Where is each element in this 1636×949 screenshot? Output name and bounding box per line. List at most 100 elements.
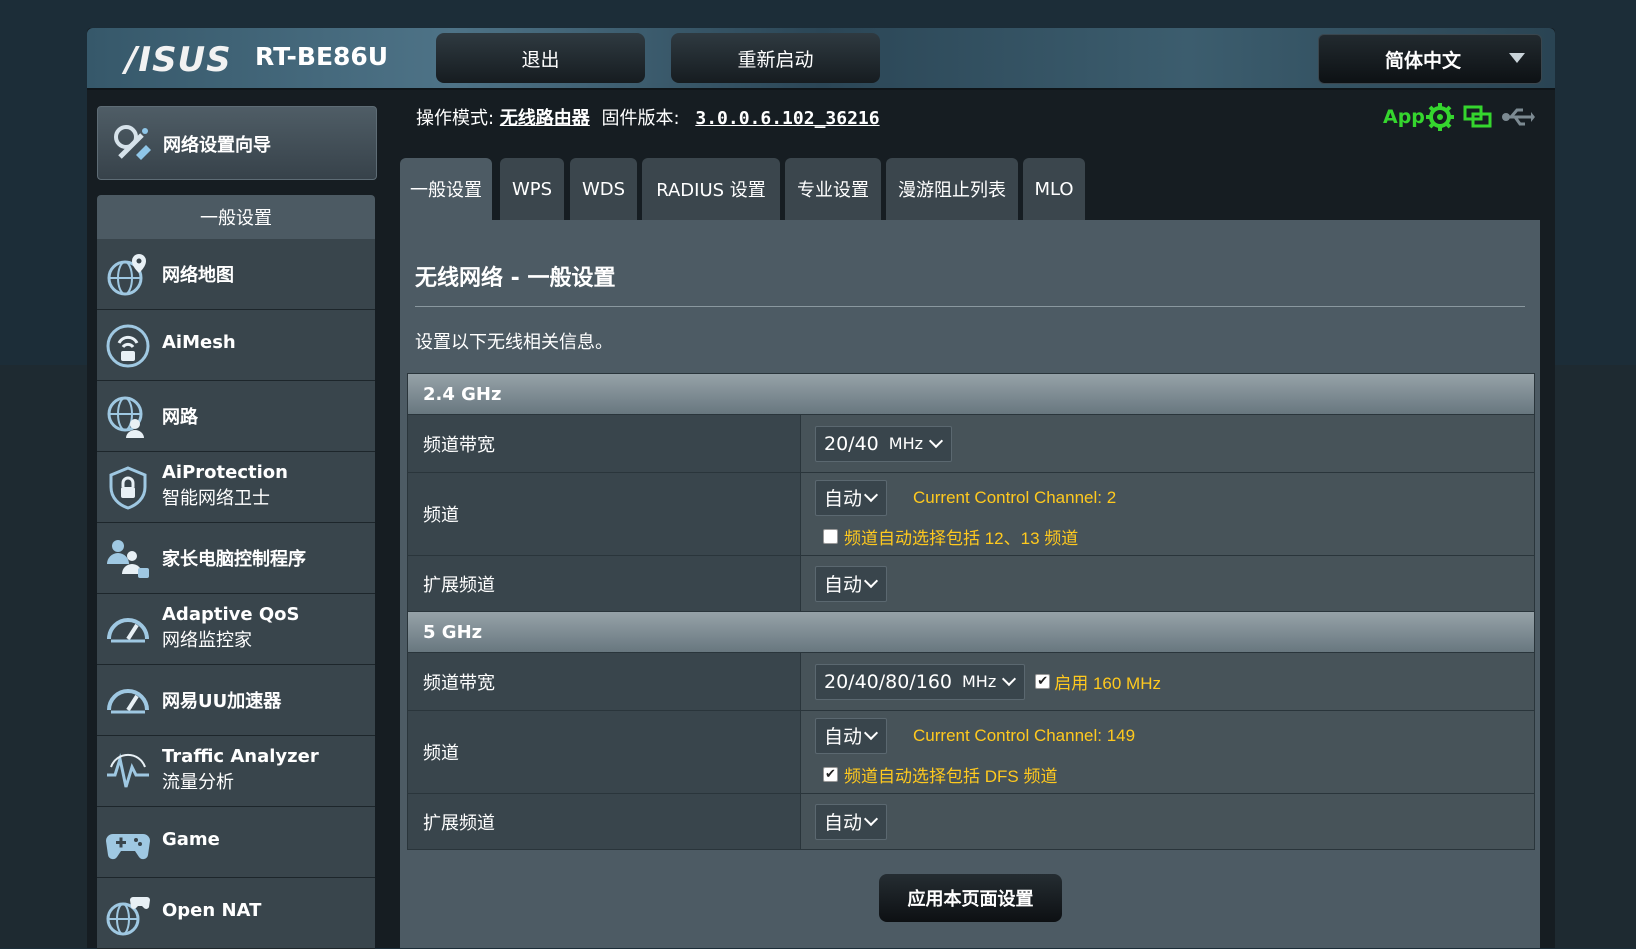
sidebar-item-sublabel: 智能网络卫士 xyxy=(162,488,270,509)
row-label: 扩展频道 xyxy=(408,556,801,611)
globe-pin-icon xyxy=(107,254,146,296)
sidebar-item-uu-accelerator[interactable]: 网易UU加速器 xyxy=(97,665,375,736)
tab-roaming-block-list[interactable]: 漫游阻止列表 xyxy=(886,158,1018,220)
sidebar-item-label: 网络地图 xyxy=(162,265,234,286)
select-value: 自动 xyxy=(824,574,863,596)
mode-link[interactable]: 无线路由器 xyxy=(500,108,590,129)
top-header: /ISUS RT-BE86U 退出 重新启动 简体中文 xyxy=(87,28,1555,90)
status-icons: App xyxy=(1383,102,1535,132)
sidebar-section-title: 一般设置 xyxy=(97,195,375,239)
channel-24-select[interactable]: 自动 xyxy=(815,479,888,516)
sidebar-item-adaptive-qos[interactable]: Adaptive QoS 网络监控家 xyxy=(97,594,375,665)
firmware-link[interactable]: 3.0.0.6.102_36216 xyxy=(695,108,879,129)
client-screens-icon[interactable] xyxy=(1463,104,1493,130)
gear-icon[interactable] xyxy=(1425,102,1455,132)
asus-logo[interactable]: /ISUS xyxy=(125,40,232,80)
speedometer-icon xyxy=(107,618,149,643)
gamepad-icon xyxy=(106,834,150,860)
logout-button[interactable]: 退出 xyxy=(436,33,645,83)
page-title: 无线网络 - 一般设置 xyxy=(415,266,616,291)
gauge-icon xyxy=(107,689,149,714)
select-value: 自动 xyxy=(824,726,863,748)
select-value: 自动 xyxy=(824,812,863,834)
wireless-settings-table: 2.4 GHz 频道带宽 20/40 MHz 频道 自动 Current Con… xyxy=(407,373,1535,850)
tab-wps[interactable]: WPS xyxy=(500,158,564,220)
sidebar-item-aiprotection[interactable]: AiProtection 智能网络卫士 xyxy=(97,452,375,523)
channel-5-select[interactable]: 自动 xyxy=(815,717,888,754)
band-5ghz-header: 5 GHz xyxy=(408,612,1534,653)
globe-users-icon xyxy=(107,396,144,438)
sidebar-item-label: AiMesh xyxy=(162,332,236,353)
ext-channel-5-select[interactable]: 自动 xyxy=(815,803,888,840)
network-setup-wizard[interactable]: 网络设置向导 xyxy=(97,106,377,180)
title-divider xyxy=(415,306,1525,307)
row-label: 频道带宽 xyxy=(408,653,801,710)
enable-160mhz-checkbox[interactable]: ✔ xyxy=(1035,674,1051,689)
sidebar-item-parental-control[interactable]: 家长电脑控制程序 xyxy=(97,523,375,594)
sidebar-item-label: Game xyxy=(162,829,220,850)
sidebar-item-label: 家长电脑控制程序 xyxy=(162,549,306,570)
chevron-down-icon xyxy=(928,433,944,449)
tab-wds[interactable]: WDS xyxy=(570,158,637,220)
tab-professional[interactable]: 专业设置 xyxy=(785,158,881,220)
reboot-button[interactable]: 重新启动 xyxy=(671,33,880,83)
select-value: 20/40/80/160 xyxy=(824,670,952,693)
sidebar-menu: 网络地图 AiMesh 网路 AiProtection 智能网络卫士 家长电脑控… xyxy=(97,239,375,949)
apply-settings-button[interactable]: 应用本页面设置 xyxy=(879,874,1062,922)
tab-mlo[interactable]: MLO xyxy=(1023,158,1085,220)
firmware-label: 固件版本: xyxy=(601,108,680,129)
usb-icon[interactable] xyxy=(1501,105,1535,129)
table-row: 扩展频道 自动 xyxy=(408,794,1534,849)
sidebar-item-network[interactable]: 网路 xyxy=(97,381,375,452)
tab-radius[interactable]: RADIUS 设置 xyxy=(642,158,780,220)
enable-160mhz-label: 启用 160 MHz xyxy=(1054,674,1161,693)
info-bar: 操作模式: 无线路由器 固件版本: 3.0.0.6.102_36216 xyxy=(416,104,880,130)
table-row: 扩展频道 自动 xyxy=(408,556,1534,612)
sidebar-item-network-map[interactable]: 网络地图 xyxy=(97,239,375,310)
sidebar-item-label: Adaptive QoS xyxy=(162,604,300,625)
sidebar-item-label: AiProtection xyxy=(162,462,288,483)
content-panel: 无线网络 - 一般设置 设置以下无线相关信息。 2.4 GHz 频道带宽 20/… xyxy=(400,220,1540,948)
auto-channel-12-13-label: 频道自动选择包括 12、13 频道 xyxy=(844,528,1079,548)
language-select[interactable]: 简体中文 xyxy=(1318,34,1542,84)
current-control-channel-5: Current Control Channel: 149 xyxy=(913,725,1136,745)
bandwidth-5-select[interactable]: 20/40/80/160 MHz xyxy=(815,663,1026,700)
sidebar-item-open-nat[interactable]: Open NAT xyxy=(97,878,375,949)
aimesh-router-icon xyxy=(106,324,150,368)
language-value: 简体中文 xyxy=(1385,49,1462,72)
page-description: 设置以下无线相关信息。 xyxy=(415,332,613,353)
sidebar-item-traffic-analyzer[interactable]: Traffic Analyzer 流量分析 xyxy=(97,736,375,807)
auto-channel-12-13-checkbox[interactable] xyxy=(823,528,838,544)
chevron-down-icon xyxy=(863,487,879,503)
sidebar-item-label: 网易UU加速器 xyxy=(162,691,282,712)
nat-globe-icon xyxy=(106,897,150,936)
mode-label: 操作模式: xyxy=(416,108,495,129)
sidebar-item-label: Open NAT xyxy=(162,900,262,921)
chevron-down-icon xyxy=(863,811,879,827)
wizard-tools-icon xyxy=(114,125,151,160)
app-label[interactable]: App xyxy=(1383,106,1425,128)
family-lock-icon xyxy=(107,540,149,578)
current-control-channel-24: Current Control Channel: 2 xyxy=(913,487,1117,507)
auto-channel-dfs-checkbox[interactable]: ✔ xyxy=(823,766,838,782)
table-row: 频道 自动 Current Control Channel: 149 ✔ 频道自… xyxy=(408,711,1534,794)
sidebar-item-sublabel: 网络监控家 xyxy=(162,630,252,651)
sidebar-item-aimesh[interactable]: AiMesh xyxy=(97,310,375,381)
bandwidth-24-select[interactable]: 20/40 MHz xyxy=(815,425,952,462)
table-row: 频道 自动 Current Control Channel: 2 频道自动选择包… xyxy=(408,473,1534,556)
tab-general[interactable]: 一般设置 xyxy=(400,158,492,220)
router-model: RT-BE86U xyxy=(255,42,389,71)
chevron-down-icon xyxy=(863,725,879,741)
select-unit: MHz xyxy=(888,434,923,453)
band-24ghz-header: 2.4 GHz xyxy=(408,374,1534,415)
sidebar-item-label: Traffic Analyzer xyxy=(162,746,319,767)
sidebar-item-game[interactable]: Game xyxy=(97,807,375,878)
select-value: 20/40 xyxy=(824,432,879,455)
row-value: 自动 Current Control Channel: 2 频道自动选择包括 1… xyxy=(801,473,1534,555)
auto-channel-dfs-label: 频道自动选择包括 DFS 频道 xyxy=(844,766,1058,786)
sidebar-item-sublabel: 流量分析 xyxy=(162,772,234,793)
sidebar-item-label: 网路 xyxy=(162,407,198,428)
ext-channel-24-select[interactable]: 自动 xyxy=(815,565,888,602)
table-row: 频道带宽 20/40 MHz xyxy=(408,415,1534,473)
chevron-down-icon xyxy=(863,573,879,589)
